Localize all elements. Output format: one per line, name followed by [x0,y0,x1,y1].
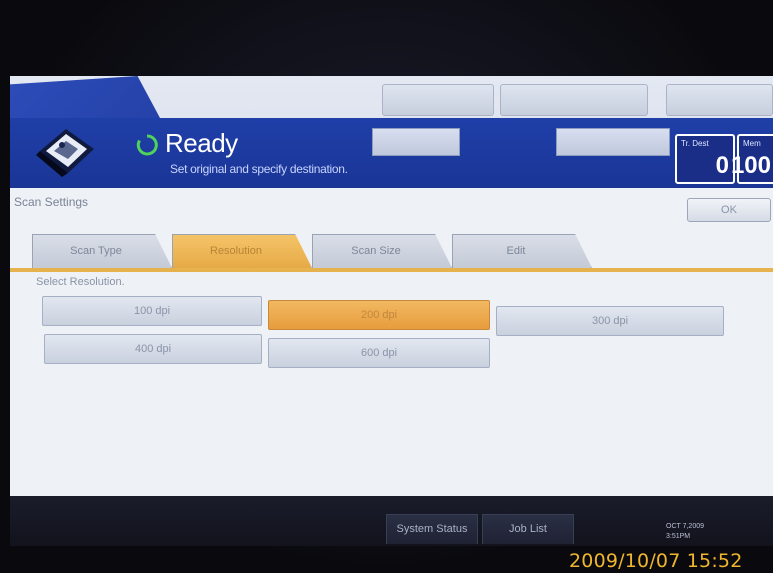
tr-dest-counter: Tr. Dest 0 [675,134,735,184]
resolution-200-button[interactable]: 200 dpi [268,300,490,330]
status-message: Set original and specify destination. [170,162,348,176]
ready-status-icon [136,134,158,156]
header-wedge [10,76,160,118]
memory-counter: Mem 100 [731,134,773,184]
header: Ready Set original and specify destinati… [10,76,773,188]
resolution-600-button[interactable]: 600 dpi [268,338,490,368]
tab-scan-type[interactable]: Scan Type [32,234,172,268]
device-date: OCT 7,2009 [666,523,705,530]
scan-settings-panel: Scan Settings OK Scan Type Resolution Sc… [10,188,773,496]
top-function-button-3[interactable] [666,84,773,116]
resolution-400-button[interactable]: 400 dpi [44,334,262,364]
tab-underline [10,268,773,272]
band-button-2[interactable] [556,128,670,156]
counter-value: 0 [715,152,729,179]
counter-value: 100 [730,152,771,179]
tab-resolution[interactable]: Resolution [172,234,312,268]
tab-scan-size[interactable]: Scan Size [312,234,452,268]
system-status-button[interactable]: System Status [386,514,478,544]
instruction-label: Select Resolution. [36,276,125,288]
counter-label: Mem [743,139,761,148]
footer-bar: System Status Job List OCT 7,2009 3:51PM [10,496,773,546]
touch-screen: Ready Set original and specify destinati… [10,76,773,496]
ok-button[interactable]: OK [687,198,771,222]
counter-label: Tr. Dest [681,139,709,148]
top-function-button-1[interactable] [382,84,494,116]
job-list-button[interactable]: Job List [482,514,574,544]
band-button-1[interactable] [372,128,460,156]
scanner-icon [36,129,94,177]
status-title: Ready [165,128,238,158]
resolution-300-button[interactable]: 300 dpi [496,306,724,336]
panel-title: Scan Settings [14,195,89,209]
tab-edit[interactable]: Edit [452,234,592,268]
device-time: 3:51PM [666,533,691,540]
resolution-100-button[interactable]: 100 dpi [42,296,262,326]
photo-timestamp: 2009/10/07 15:52 [569,550,743,572]
device-clock: OCT 7,2009 3:51PM [666,522,704,542]
top-function-button-2[interactable] [500,84,648,116]
